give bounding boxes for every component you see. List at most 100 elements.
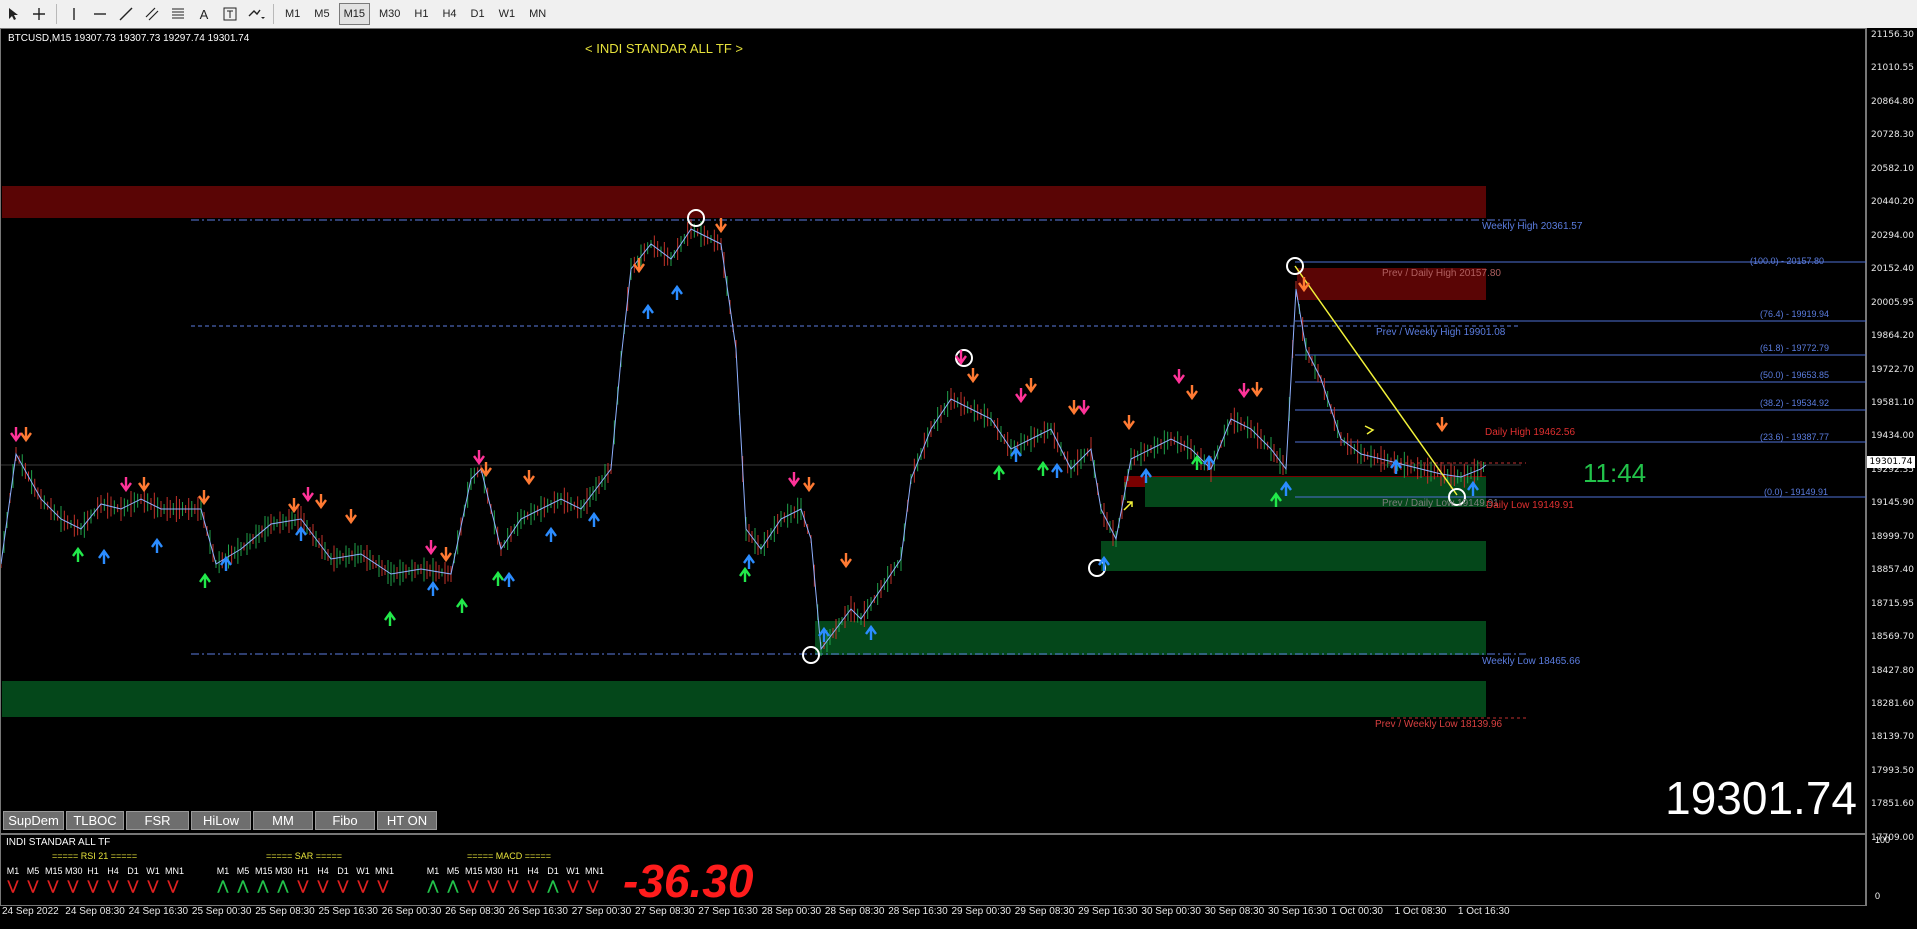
demand-zone bbox=[1101, 541, 1486, 571]
arrow-down-icon: ⋁ bbox=[467, 878, 479, 893]
horizontal-line-icon[interactable] bbox=[89, 3, 111, 25]
chart-canvas[interactable] bbox=[1, 29, 1867, 835]
tab-hilow[interactable]: HiLow bbox=[191, 811, 251, 830]
tab-tlboc[interactable]: TLBOC bbox=[66, 811, 124, 830]
subwindow-title: INDI STANDAR ALL TF bbox=[6, 837, 111, 848]
arrow-up-icon bbox=[993, 464, 1005, 480]
arrow-down-icon bbox=[440, 547, 452, 563]
prev-weekly-high-label: Prev / Weekly High 19901.08 bbox=[1376, 327, 1506, 338]
tf-label: M30 bbox=[65, 866, 83, 876]
time-tick-label: 28 Sep 08:30 bbox=[824, 906, 885, 917]
demand-zone bbox=[815, 621, 1486, 655]
time-tick-label: 26 Sep 16:30 bbox=[508, 906, 568, 917]
timeframe-m1-button[interactable]: M1 bbox=[280, 3, 305, 25]
arrow-down-icon: ⋁ bbox=[587, 878, 599, 893]
price-tick-label: 18281.60 bbox=[1871, 699, 1914, 709]
arrow-down-icon: ⋁ bbox=[7, 878, 19, 893]
time-axis[interactable]: 24 Sep 2022 24 Sep 08:30 24 Sep 16:30 25 Se… bbox=[0, 906, 1917, 929]
text-icon[interactable]: A bbox=[193, 3, 215, 25]
prev-daily-low-label: Prev / Daily Low 19149.91 bbox=[1382, 498, 1499, 509]
time-tick-label: 24 Sep 16:30 bbox=[128, 906, 189, 917]
arrow-down-icon bbox=[425, 540, 437, 556]
price-tick-label: 18857.40 bbox=[1871, 565, 1914, 576]
tab-fsr[interactable]: FSR bbox=[126, 811, 189, 830]
timeframe-h4-button[interactable]: H4 bbox=[437, 3, 461, 25]
time-tick-label: 28 Sep 00:30 bbox=[761, 906, 822, 917]
arrow-down-icon bbox=[1068, 400, 1080, 416]
time-tick-label: 29 Sep 00:30 bbox=[951, 906, 1012, 917]
arrow-up-icon bbox=[151, 537, 163, 553]
arrow-down-icon: ⋁ bbox=[527, 878, 539, 893]
tf-label: H1 bbox=[507, 866, 519, 876]
arrow-down-icon bbox=[1186, 385, 1198, 401]
arrow-down-icon bbox=[20, 427, 32, 443]
timeframe-m5-button[interactable]: M5 bbox=[309, 3, 334, 25]
arrow-up-icon: ⋀ bbox=[217, 878, 229, 893]
crosshair-icon[interactable] bbox=[28, 3, 50, 25]
timeframe-m30-button[interactable]: M30 bbox=[374, 3, 405, 25]
current-price-display: 19301.74 bbox=[1665, 772, 1857, 824]
shapes-icon[interactable] bbox=[245, 3, 267, 25]
time-tick-label: 25 Sep 08:30 bbox=[255, 906, 315, 917]
timeframe-m15-button[interactable]: M15 bbox=[338, 3, 370, 25]
timeframe-d1-button[interactable]: D1 bbox=[466, 3, 490, 25]
label-icon[interactable] bbox=[219, 3, 241, 25]
main-chart[interactable] bbox=[0, 28, 1867, 835]
toolbar: A M1 M5 M15 M30 H1 H4 D1 W1 MN bbox=[0, 0, 1917, 29]
tf-label: D1 bbox=[337, 866, 349, 876]
daily-low-label: Daily Low 19149.91 bbox=[1486, 500, 1574, 511]
fibo-icon[interactable] bbox=[167, 3, 189, 25]
time-tick-label: 30 Sep 08:30 bbox=[1204, 906, 1265, 917]
price-tick-label: 20864.80 bbox=[1871, 96, 1914, 107]
indicator-value: -36.30 bbox=[623, 855, 754, 907]
arrow-down-icon bbox=[967, 368, 979, 384]
time-tick-label: 24 Sep 08:30 bbox=[65, 906, 125, 917]
price-axis[interactable]: 21156.30 21010.55 20864.80 20728.30 20582.10… bbox=[1866, 28, 1917, 843]
tf-label: D1 bbox=[127, 866, 139, 876]
tab-supdem[interactable]: SupDem bbox=[3, 811, 64, 830]
trendline-icon[interactable] bbox=[115, 3, 137, 25]
arrow-down-icon: ⋁ bbox=[147, 878, 159, 893]
arrow-down-icon bbox=[1238, 383, 1250, 399]
time-tick-label: 25 Sep 16:30 bbox=[318, 906, 379, 917]
price-tick-label: 19722.70 bbox=[1871, 364, 1914, 375]
tab-ht-on[interactable]: HT ON bbox=[377, 811, 437, 830]
price-tick-label: 20440.20 bbox=[1871, 197, 1914, 208]
tf-label: W1 bbox=[566, 866, 580, 876]
price-tick-label: 19864.20 bbox=[1871, 331, 1914, 342]
arrow-down-icon: ⋁ bbox=[67, 878, 79, 893]
sar-tf-row: M1 M5 M15 M30 H1 H4 D1 W1 MN1 bbox=[215, 864, 394, 878]
tf-label: H4 bbox=[317, 866, 329, 876]
arrow-down-icon: ⋁ bbox=[297, 878, 309, 893]
tab-fibo[interactable]: Fibo bbox=[315, 811, 375, 830]
rsi-tf-row: M1 M5 M15 M30 H1 H4 D1 W1 MN1 bbox=[5, 864, 184, 878]
tf-label: H1 bbox=[297, 866, 309, 876]
arrow-down-icon bbox=[120, 477, 132, 493]
moving-average-line bbox=[1, 228, 1487, 651]
tf-label: M30 bbox=[275, 866, 293, 876]
fibo-label: (23.6) - 19387.77 bbox=[1760, 432, 1830, 442]
tab-mm[interactable]: MM bbox=[253, 811, 313, 830]
vertical-line-icon[interactable] bbox=[63, 3, 85, 25]
arrow-down-icon bbox=[345, 509, 357, 525]
price-tick-label: 18715.95 bbox=[1871, 598, 1914, 609]
arrow-down-icon bbox=[840, 553, 852, 569]
tf-label: H1 bbox=[87, 866, 99, 876]
timeframe-h1-button[interactable]: H1 bbox=[409, 3, 433, 25]
timeframe-w1-button[interactable]: W1 bbox=[494, 3, 521, 25]
cursor-icon[interactable] bbox=[2, 3, 24, 25]
timeframe-mn-button[interactable]: MN bbox=[524, 3, 551, 25]
arrow-down-icon bbox=[473, 450, 485, 466]
arrow-up-icon bbox=[545, 526, 557, 542]
time-tick-label: 27 Sep 16:30 bbox=[698, 906, 758, 917]
price-tick-label: 20728.30 bbox=[1871, 130, 1914, 141]
time-tick-label: 26 Sep 00:30 bbox=[381, 906, 442, 917]
arrow-down-icon bbox=[788, 472, 800, 488]
weekly-low-label: Weekly Low 18465.66 bbox=[1482, 656, 1581, 667]
arrow-up-icon: ⋀ bbox=[447, 878, 459, 893]
channel-icon[interactable] bbox=[141, 3, 163, 25]
price-tick-label: 18427.80 bbox=[1871, 665, 1914, 676]
fibo-label: (100.0) - 20157.80 bbox=[1750, 256, 1825, 266]
tf-label: M1 bbox=[216, 866, 230, 876]
price-tick-label: 20582.10 bbox=[1871, 163, 1914, 174]
